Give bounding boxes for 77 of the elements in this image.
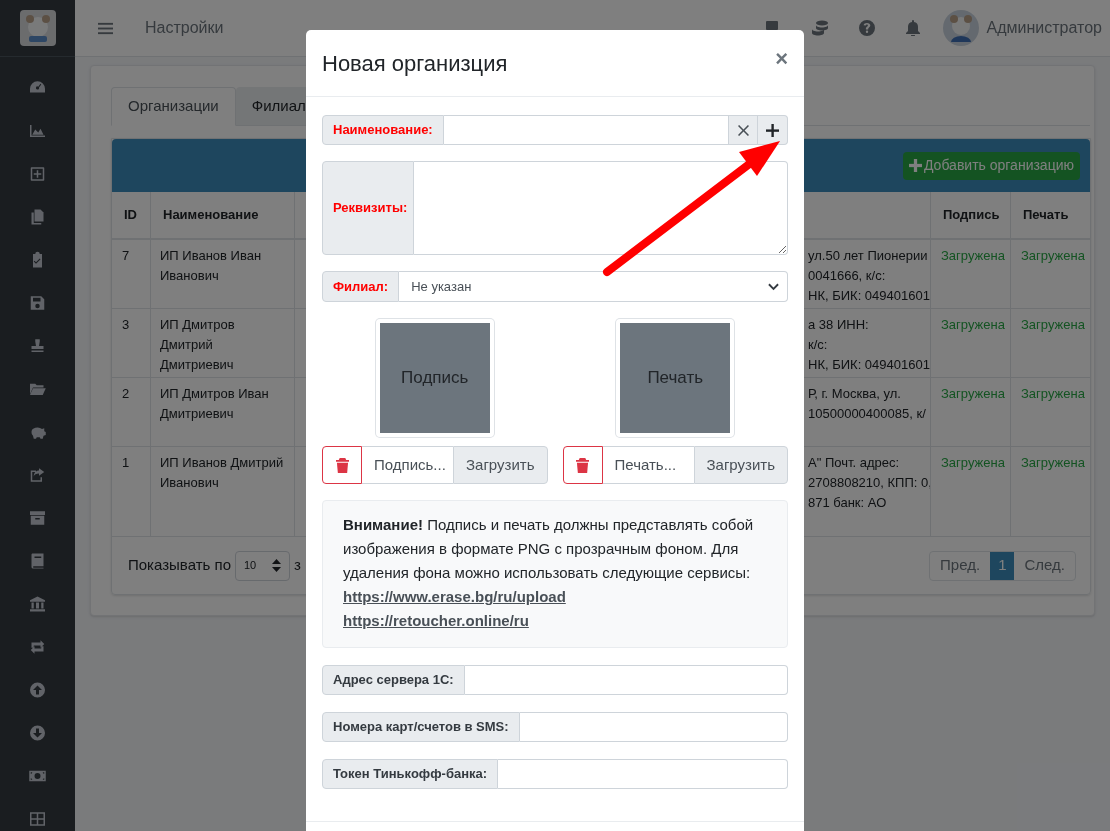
table-cell: Загружена bbox=[1021, 455, 1085, 470]
bank-icon[interactable] bbox=[28, 595, 47, 613]
add-button[interactable] bbox=[758, 115, 788, 145]
help-icon[interactable] bbox=[858, 20, 875, 36]
page-title[interactable]: Настройки bbox=[145, 16, 224, 40]
user-name[interactable]: Администратор bbox=[986, 16, 1102, 40]
table-cell: Загружена bbox=[941, 386, 1005, 401]
field-label: Наименование: bbox=[333, 121, 433, 140]
table-cell: Загружена bbox=[1021, 317, 1085, 332]
table-icon[interactable] bbox=[28, 810, 47, 828]
table-cell: 1 bbox=[122, 455, 130, 470]
trash-icon bbox=[335, 457, 349, 473]
plus-icon bbox=[909, 159, 922, 172]
table-cell: Загружена bbox=[941, 248, 1005, 263]
table-cell-text: Р, г. Москва, ул. 10500000400085, к/ bbox=[808, 385, 926, 423]
table-cell: ИП Дмитров Иван Дмитриевич bbox=[160, 386, 269, 421]
table-cell: Загружена bbox=[941, 455, 1005, 470]
close-button[interactable]: × bbox=[775, 41, 788, 75]
file-name-field[interactable]: Печать... bbox=[602, 446, 694, 484]
text-field[interactable] bbox=[443, 115, 729, 145]
modal-title: Новая организция bbox=[322, 49, 508, 78]
notice-text: Внимание! Подпись и печать должны представлять собой изображения в формате PNG с прозрачным фоном. Для удаления фона можно использовать следующие сервисы: bbox=[343, 515, 755, 583]
table-cell: ИП Дмитров Дмитрий Дмитриевич bbox=[160, 317, 235, 372]
tab[interactable]: Организации bbox=[111, 87, 236, 126]
column-header[interactable]: Подпись bbox=[943, 205, 1000, 225]
logo-icon[interactable] bbox=[19, 10, 56, 46]
coins-icon[interactable] bbox=[810, 20, 829, 36]
menu-icon[interactable] bbox=[98, 20, 113, 36]
table-cell-text: а 38 ИНН: к/с: НК, БИК: 049401601 bbox=[808, 316, 930, 374]
table-cell: ИП Иванов Дмитрий Иванович bbox=[160, 455, 284, 490]
column-header[interactable]: Печать bbox=[1023, 205, 1069, 225]
avatar-icon[interactable] bbox=[942, 10, 979, 46]
add-organization-button[interactable]: Добавить организацию bbox=[903, 151, 1080, 180]
table-cell-text: ул.50 лет Пионерии 0041666, к/с: НК, БИК: 049401601 bbox=[808, 247, 930, 305]
delete-button[interactable] bbox=[322, 446, 362, 484]
table-cell: Загружена bbox=[941, 317, 1005, 332]
field-label: Реквизиты: bbox=[333, 199, 408, 218]
text-field[interactable] bbox=[464, 665, 788, 695]
image-preview[interactable]: Подпись bbox=[375, 319, 494, 437]
clear-button[interactable] bbox=[729, 115, 758, 145]
trash-icon bbox=[576, 457, 589, 473]
next-page-button[interactable]: След. bbox=[1014, 551, 1075, 580]
text-field[interactable] bbox=[498, 759, 788, 789]
table-cell: 2 bbox=[122, 386, 130, 401]
delete-button[interactable] bbox=[562, 446, 603, 484]
link[interactable]: https://www.erase.bg/ru/upload bbox=[343, 585, 566, 609]
area-chart-icon[interactable] bbox=[28, 122, 47, 140]
table-cell: Загружена bbox=[1021, 386, 1085, 401]
column-header[interactable]: ID bbox=[124, 205, 137, 225]
sort-icon bbox=[272, 559, 281, 572]
field-label: Номера карт/счетов в SMS: bbox=[333, 718, 509, 737]
link[interactable]: https://retoucher.online/ru bbox=[343, 609, 529, 633]
table-cell: ИП Иванов Иван Иванович bbox=[160, 248, 262, 283]
archive-icon[interactable] bbox=[28, 509, 47, 527]
field-label: Филиал: bbox=[333, 277, 389, 296]
upload-button[interactable]: Загрузить bbox=[693, 446, 788, 484]
text-field[interactable] bbox=[519, 712, 788, 742]
repeat-icon[interactable] bbox=[28, 638, 47, 656]
page-button[interactable]: 1 bbox=[990, 551, 1015, 580]
field-label: Токен Тинькофф-банка: bbox=[333, 765, 488, 784]
field-label: Адрес сервера 1С: bbox=[333, 671, 454, 690]
table-cell: 7 bbox=[122, 248, 130, 263]
close-icon bbox=[737, 124, 749, 136]
branch-select[interactable]: Не указан bbox=[399, 271, 788, 302]
share-icon[interactable] bbox=[28, 466, 47, 484]
bell-icon[interactable] bbox=[905, 20, 920, 36]
page-size-label: Показывать по bbox=[128, 555, 231, 576]
page-size-suffix: з bbox=[294, 555, 301, 576]
page-size-select[interactable]: 10 bbox=[235, 550, 290, 581]
column-header[interactable]: Наименование bbox=[163, 205, 259, 225]
table-cell: 3 bbox=[122, 317, 130, 332]
table-cell: Загружена bbox=[1021, 248, 1085, 263]
previous-page-button[interactable]: Пред. bbox=[930, 551, 991, 580]
image-preview[interactable]: Печать bbox=[616, 319, 735, 437]
chevron-down-icon bbox=[768, 282, 779, 291]
upload-button[interactable]: Загрузить bbox=[453, 446, 548, 484]
plus-icon bbox=[766, 123, 779, 137]
